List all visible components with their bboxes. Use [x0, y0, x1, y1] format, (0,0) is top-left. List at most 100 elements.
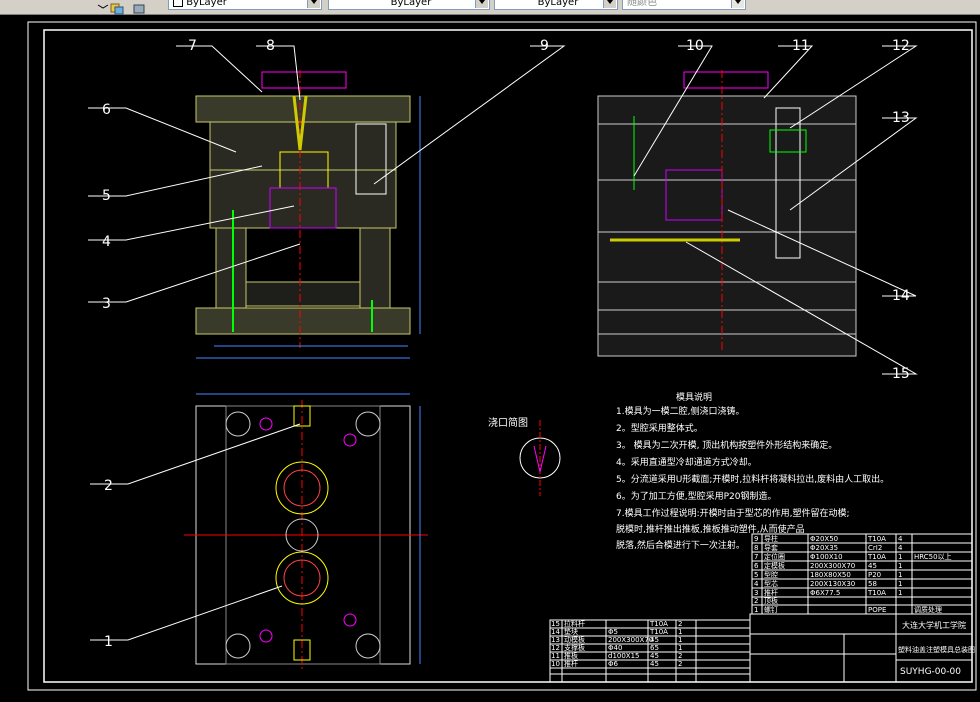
cad-drawing-canvas[interactable]: 浇口简图 2 1 3 4 5 6 7 8 9 10 11 12 13 14 15 — [0, 14, 980, 702]
bom-cell: d100X15 — [608, 652, 640, 660]
bom-cell: Φ40 — [608, 644, 622, 652]
callout-label: 2 — [104, 478, 113, 494]
plotstyle-value: 随颜色 — [627, 0, 657, 8]
bom-cell: 45 — [650, 636, 659, 644]
bom-cell: 拉料杆 — [564, 619, 585, 628]
note-line: 7.模具工作过程说明:开模时由于型芯的作用,塑件留在动模; — [616, 507, 850, 519]
gate-detail: 浇口简图 — [488, 416, 561, 496]
callout-label: 10 — [686, 38, 704, 54]
bom-cell: 45 — [650, 652, 659, 660]
bom-cell: 6 — [754, 562, 759, 570]
bom-cell: 13 — [551, 636, 560, 644]
note-line: 6。为了加工方便,型腔采用P20钢制造。 — [616, 490, 776, 502]
properties-toolbar: ByLayer ByLayer ByLayer 随颜色 — [0, 0, 980, 15]
title-block: 大连大学机工学院 塑料油盖注塑模具总装图 SUYHG-00-00 — [749, 613, 975, 683]
bom-cell: 推板 — [564, 651, 578, 660]
bom-cell: Φ6 — [608, 660, 619, 668]
notes-title: 模具说明 — [676, 391, 712, 403]
bom-cell: 推杆 — [564, 659, 578, 668]
bom-cell: T10A — [649, 628, 668, 636]
bom-cell: 1 — [678, 644, 682, 652]
chevron-down-icon[interactable] — [731, 0, 744, 8]
callout-label: 1 — [104, 634, 113, 650]
bom-cell: 200X130X30 — [810, 580, 855, 588]
bom-cell: Φ100X10 — [810, 553, 843, 561]
layer-manager-icon[interactable] — [110, 0, 124, 15]
plotstyle-control-dropdown[interactable]: 随颜色 — [622, 0, 746, 10]
color-swatch — [173, 0, 183, 7]
callout-label: 6 — [102, 102, 111, 118]
callout-label: 9 — [540, 38, 549, 54]
bom-cell: 推杆 — [764, 588, 778, 597]
bom-cell: 65 — [650, 644, 659, 652]
bom-cell: 支撑板 — [564, 643, 585, 652]
bom-cell: 15 — [551, 620, 560, 628]
callout-label: 14 — [892, 288, 910, 304]
bom-cell: 200X300X70 — [810, 562, 855, 570]
bom-cell: 200X300X70 — [608, 636, 653, 644]
side-section-view — [597, 70, 857, 357]
bom-cell: 4 — [898, 535, 903, 543]
bom-cell: 2 — [678, 620, 682, 628]
bom-cell: 10 — [551, 660, 560, 668]
lineweight-control-dropdown[interactable]: ByLayer — [494, 0, 618, 10]
bom-cell: 型腔 — [764, 570, 778, 579]
bom-cell: 3 — [754, 589, 758, 597]
bom-cell: 1 — [898, 562, 902, 570]
bom-cell: 4 — [898, 544, 903, 552]
bom-cell: 2 — [754, 597, 758, 605]
chevron-down-icon[interactable] — [475, 0, 488, 8]
note-line: 4。采用直通型冷却通道方式冷却。 — [616, 456, 757, 468]
bom-cell: 9 — [754, 535, 758, 543]
technical-notes: 模具说明 1.模具为一模二腔,侧浇口浇铸。 2。型腔采用整体式。 3。 模具为二… — [616, 391, 889, 551]
chevron-down-icon[interactable] — [307, 0, 320, 8]
bom-cell: Φ5 — [608, 628, 618, 636]
color-value: ByLayer — [186, 0, 227, 8]
layer-previous-icon[interactable] — [132, 0, 146, 14]
bom-cell: 1 — [898, 553, 902, 561]
callout-label: 7 — [188, 38, 197, 54]
callout-label: 11 — [792, 38, 810, 54]
bom-cell: Φ20X50 — [810, 535, 838, 543]
bom-cell: Φ20X35 — [810, 544, 838, 552]
bom-cell: 45 — [868, 562, 877, 570]
bom-cell: 1 — [898, 589, 902, 597]
bom-cell: 8 — [754, 544, 758, 552]
note-line: 3。 模具为二次开模, 顶出机构按塑件外形结构来确定。 — [616, 439, 837, 451]
bom-cell: CrI2 — [868, 544, 882, 552]
bom-cell: 7 — [754, 553, 758, 561]
bom-cell: 1 — [754, 606, 758, 614]
bom-cell: 型芯 — [764, 579, 778, 588]
callout-label: 4 — [102, 234, 111, 250]
bom-cell: T10A — [867, 589, 886, 597]
layer-state-icon[interactable] — [96, 0, 110, 12]
linetype-control-dropdown[interactable]: ByLayer — [328, 0, 490, 10]
main-section-view — [195, 70, 421, 359]
bom-cell: T10A — [867, 535, 886, 543]
drawing-number: SUYHG-00-00 — [900, 667, 961, 677]
color-control-dropdown[interactable]: ByLayer — [168, 0, 322, 10]
callout-label: 15 — [892, 366, 910, 382]
bom-cell: POPE — [868, 606, 886, 614]
bom-cell: 1 — [678, 636, 682, 644]
bom-cell: 顶板 — [764, 596, 778, 605]
chevron-down-icon[interactable] — [603, 0, 616, 8]
bom-cell: 45 — [650, 660, 659, 668]
bom-cell: 导柱 — [764, 534, 778, 543]
bom-cell: 180X80X50 — [810, 571, 851, 579]
bom-cell: 定位圈 — [764, 552, 785, 561]
plan-view — [184, 393, 428, 670]
bom-cell: 11 — [551, 652, 560, 660]
note-line: 5。分流道采用U形截面;开模时,拉料杆将凝料拉出,废料由人工取出。 — [616, 473, 889, 485]
bom-cell: T10A — [867, 553, 886, 561]
bom-cell: 12 — [551, 644, 560, 652]
bom-cell: 1 — [898, 580, 902, 588]
bom-table-right: 9 导柱 Φ20X50 T10A 4 8 导套 Φ20X35 CrI2 4 7 … — [751, 533, 973, 615]
bom-cell: P20 — [868, 571, 881, 579]
bom-cell: HRC50以上 — [914, 552, 952, 561]
note-line: 脱模时,推杆推出推板,推板推动塑件,从而使产品 — [616, 523, 805, 535]
bom-cell: 4 — [754, 580, 759, 588]
bom-cell: T10A — [649, 620, 668, 628]
gate-label: 浇口简图 — [488, 416, 528, 429]
bom-table-left: 15 拉料杆 T10A 2 14 垫块 Φ5 T10A 1 13 动模板 200… — [549, 619, 751, 683]
